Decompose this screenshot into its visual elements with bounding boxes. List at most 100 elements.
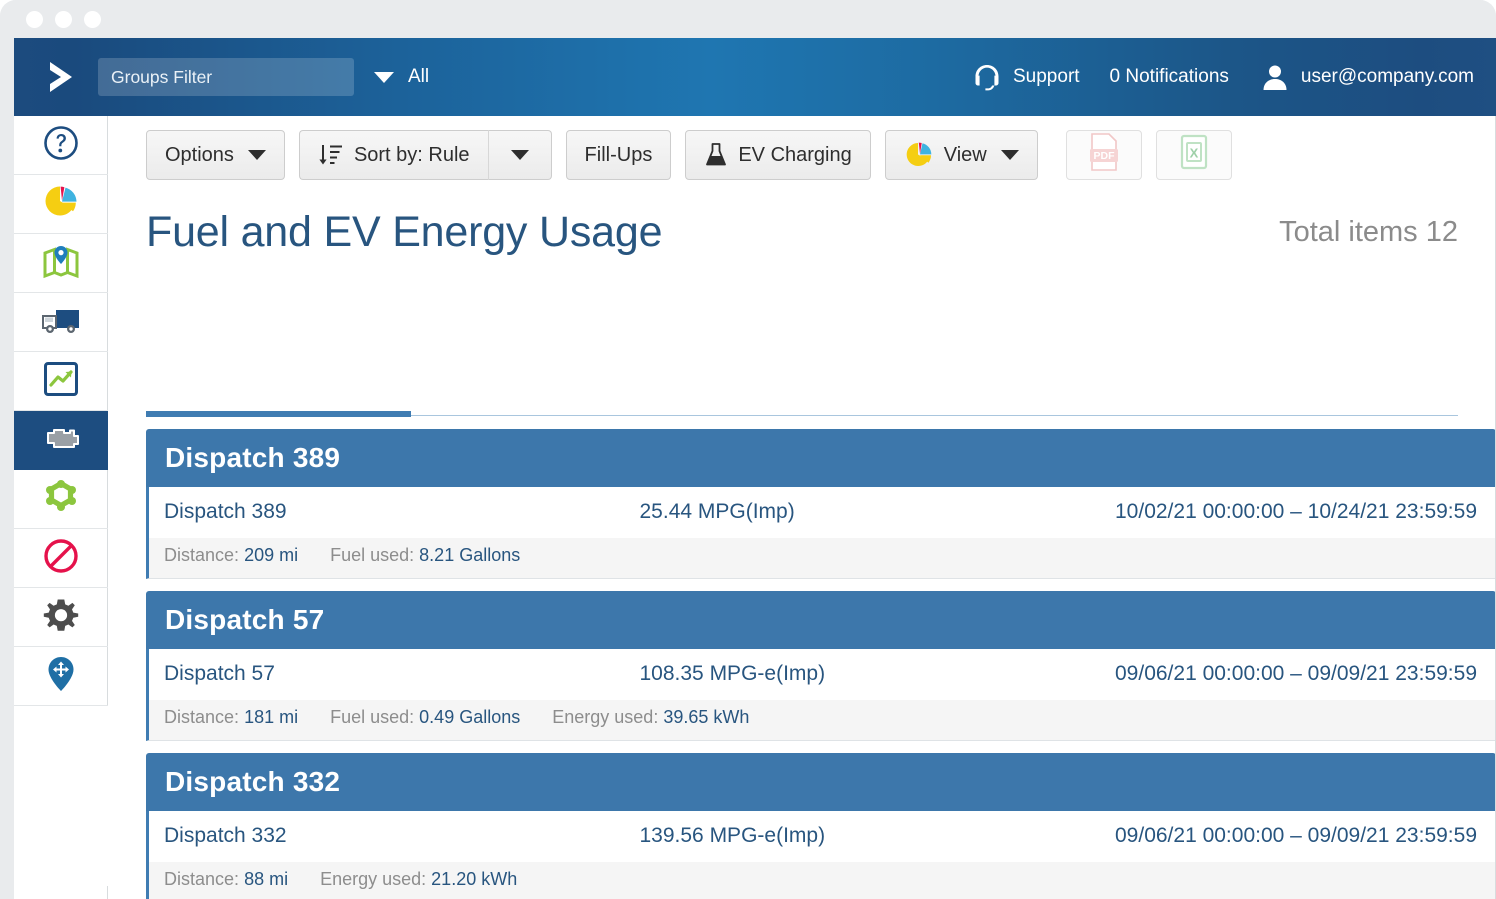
browser-window: All Support 0 Notifications bbox=[0, 0, 1496, 899]
sort-by-button[interactable]: Sort by: Rule bbox=[298, 130, 488, 180]
sidebar-item-reports[interactable] bbox=[14, 352, 108, 411]
gear-icon bbox=[42, 596, 80, 639]
energy-used-metric: Energy used: 21.20 kWh bbox=[320, 869, 517, 890]
engine-icon bbox=[40, 422, 82, 459]
sort-button-group: Sort by: Rule bbox=[298, 130, 552, 180]
view-label: View bbox=[943, 144, 987, 166]
metrics-row: Distance: 209 mi Fuel used: 8.21 Gallons bbox=[149, 538, 1495, 578]
distance-value: 88 mi bbox=[244, 869, 289, 889]
user-avatar-icon bbox=[1259, 61, 1291, 93]
pdf-icon: PDF bbox=[1084, 129, 1124, 181]
sidebar-item-settings[interactable] bbox=[14, 588, 108, 647]
truck-icon bbox=[40, 304, 82, 341]
app-header: All Support 0 Notifications bbox=[14, 38, 1496, 116]
fill-ups-button[interactable]: Fill-Ups bbox=[565, 130, 672, 180]
sidebar-item-help[interactable] bbox=[14, 116, 108, 175]
dispatch-card-title: Dispatch 57 bbox=[165, 604, 325, 635]
window-maximize-dot[interactable] bbox=[84, 10, 101, 28]
caret-down-icon bbox=[374, 71, 394, 83]
dispatch-name-link[interactable]: Dispatch 57 bbox=[164, 662, 640, 686]
fuel-used-metric: Fuel used: 8.21 Gallons bbox=[330, 545, 520, 566]
fuel-used-value: 8.21 Gallons bbox=[419, 545, 521, 565]
dispatch-card-title: Dispatch 389 bbox=[165, 442, 341, 473]
distance-value: 181 mi bbox=[244, 707, 299, 727]
header-actions: Support 0 Notifications user@company.com bbox=[941, 61, 1496, 93]
application-viewport: All Support 0 Notifications bbox=[14, 38, 1496, 899]
fuel-used-label: Fuel used: bbox=[330, 707, 415, 727]
options-button[interactable]: Options bbox=[146, 130, 285, 180]
distance-label: Distance: bbox=[164, 545, 240, 565]
table-row: Dispatch 332 139.56 MPG-e(Imp) 09/06/21 … bbox=[149, 824, 1495, 854]
fuel-used-value: 0.49 Gallons bbox=[419, 707, 521, 727]
content-toolbar: Options Sort by: Rule Fill-Ups EV Chargi… bbox=[108, 116, 1496, 194]
fuel-used-label: Fuel used: bbox=[330, 545, 415, 565]
support-button[interactable]: Support bbox=[971, 61, 1080, 93]
date-range-value: 10/02/21 00:00:00 – 10/24/21 23:59:59 bbox=[1115, 500, 1477, 523]
sidebar-item-dashboard[interactable] bbox=[14, 175, 108, 234]
dispatch-card-header[interactable]: Dispatch 332 bbox=[146, 753, 1496, 811]
no-entry-icon bbox=[42, 537, 80, 580]
sort-by-label: Sort by: Rule bbox=[353, 144, 470, 166]
window-minimize-dot[interactable] bbox=[55, 10, 72, 28]
trend-chart-icon bbox=[42, 360, 80, 403]
dispatch-name-link[interactable]: Dispatch 389 bbox=[164, 500, 640, 524]
ev-charging-label: EV Charging bbox=[738, 144, 852, 166]
window-close-dot[interactable] bbox=[26, 10, 43, 28]
table-row: Dispatch 389 25.44 MPG(Imp) 10/02/21 00:… bbox=[149, 500, 1495, 530]
dispatch-name-link[interactable]: Dispatch 332 bbox=[164, 824, 640, 848]
title-divider-accent bbox=[146, 411, 411, 417]
scope-label: All bbox=[408, 66, 430, 87]
metrics-row: Distance: 88 mi Energy used: 21.20 kWh bbox=[149, 862, 1495, 899]
page-title: Fuel and EV Energy Usage bbox=[146, 207, 663, 256]
excel-icon: X bbox=[1174, 129, 1214, 181]
distance-metric: Distance: 209 mi bbox=[164, 545, 298, 566]
user-menu[interactable]: user@company.com bbox=[1259, 61, 1474, 93]
sort-dropdown-button[interactable] bbox=[487, 130, 552, 180]
dispatch-card-header[interactable]: Dispatch 389 bbox=[146, 429, 1496, 487]
date-range-value: 09/06/21 00:00:00 – 09/09/21 23:59:59 bbox=[1115, 824, 1477, 847]
dispatch-card-body: Dispatch 57 108.35 MPG-e(Imp) 09/06/21 0… bbox=[146, 649, 1496, 741]
export-excel-button[interactable]: X bbox=[1155, 129, 1232, 181]
left-sidebar bbox=[14, 116, 108, 899]
sidebar-item-maintenance[interactable] bbox=[14, 411, 108, 470]
notifications-button[interactable]: 0 Notifications bbox=[1110, 66, 1229, 88]
sidebar-item-fleet[interactable] bbox=[14, 293, 108, 352]
dispatch-card-header[interactable]: Dispatch 57 bbox=[146, 591, 1496, 649]
dispatch-card-title: Dispatch 332 bbox=[165, 766, 341, 797]
map-pin-icon bbox=[41, 242, 81, 285]
sidebar-item-dispatch[interactable] bbox=[14, 647, 108, 706]
caret-down-icon bbox=[1000, 150, 1019, 160]
efficiency-value: 108.35 MPG-e(Imp) bbox=[639, 662, 826, 685]
notifications-label: 0 Notifications bbox=[1109, 66, 1229, 87]
metrics-row: Distance: 181 mi Fuel used: 0.49 Gallons… bbox=[149, 700, 1495, 740]
scope-selector[interactable]: All bbox=[374, 66, 429, 88]
pie-chart-icon bbox=[904, 140, 934, 170]
table-row: Dispatch 57 108.35 MPG-e(Imp) 09/06/21 0… bbox=[149, 662, 1495, 692]
headset-icon bbox=[971, 61, 1003, 93]
gear-outline-icon bbox=[42, 478, 80, 521]
sidebar-item-diagnostics[interactable] bbox=[14, 470, 108, 529]
efficiency-value: 139.56 MPG-e(Imp) bbox=[639, 824, 826, 847]
fill-ups-label: Fill-Ups bbox=[584, 144, 653, 166]
dispatch-card: Dispatch 332 Dispatch 332 139.56 MPG-e(I… bbox=[146, 753, 1496, 899]
groups-filter-input[interactable] bbox=[98, 58, 354, 96]
ev-charging-icon bbox=[704, 142, 728, 168]
energy-used-value: 39.65 kWh bbox=[663, 707, 750, 727]
energy-used-metric: Energy used: 39.65 kWh bbox=[552, 707, 749, 728]
dispatch-card: Dispatch 389 Dispatch 389 25.44 MPG(Imp)… bbox=[146, 429, 1496, 579]
export-pdf-button[interactable]: PDF bbox=[1065, 129, 1142, 181]
question-circle-icon bbox=[42, 124, 80, 167]
distance-label: Distance: bbox=[164, 869, 240, 889]
ev-charging-button[interactable]: EV Charging bbox=[685, 130, 871, 180]
move-pin-icon bbox=[42, 654, 80, 699]
sidebar-item-restrictions[interactable] bbox=[14, 529, 108, 588]
options-label: Options bbox=[165, 144, 234, 166]
caret-down-icon bbox=[510, 150, 529, 160]
chevron-right-icon[interactable] bbox=[38, 54, 84, 100]
energy-used-label: Energy used: bbox=[320, 869, 427, 889]
sidebar-item-map[interactable] bbox=[14, 234, 108, 293]
distance-value: 209 mi bbox=[244, 545, 299, 565]
window-titlebar bbox=[0, 0, 1496, 38]
view-button[interactable]: View bbox=[884, 130, 1038, 180]
sort-descending-icon bbox=[318, 142, 344, 168]
